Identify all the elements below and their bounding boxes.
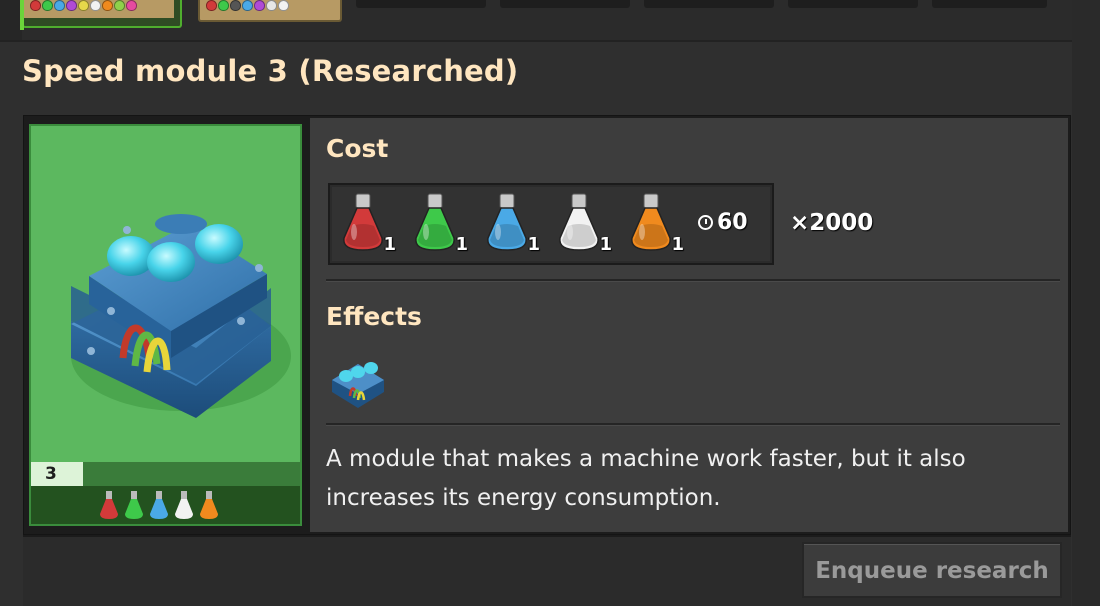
orange-flask-icon bbox=[200, 491, 218, 519]
level-row: 3 bbox=[31, 462, 300, 486]
clock-icon bbox=[698, 215, 713, 230]
tech-tile[interactable] bbox=[500, 0, 630, 8]
tile-flask-icons bbox=[206, 0, 289, 11]
card-flask-icons bbox=[98, 490, 220, 520]
automation-science-pack-icon bbox=[343, 193, 383, 251]
tech-tile-selected[interactable] bbox=[22, 0, 182, 28]
tile-cost-bar bbox=[24, 0, 174, 18]
ingredient-count: 1 bbox=[671, 234, 684, 255]
speed-module-3-icon[interactable] bbox=[328, 350, 388, 410]
speed-module-icon bbox=[71, 214, 291, 418]
section-divider bbox=[326, 279, 1060, 282]
tech-tile[interactable] bbox=[644, 0, 774, 8]
cost-ingredient-slot[interactable]: 1 bbox=[482, 192, 542, 258]
cost-header: Cost bbox=[326, 134, 389, 163]
tech-tile-strip bbox=[0, 0, 1100, 40]
chemical-science-pack-icon bbox=[487, 193, 527, 251]
logistic-science-pack-icon bbox=[415, 193, 455, 251]
technology-icon-card: 3 bbox=[29, 124, 302, 526]
technology-title: Speed module 3 (Researched) bbox=[22, 54, 519, 88]
cost-ingredient-slot[interactable]: 1 bbox=[554, 192, 614, 258]
cost-ingredient-slot[interactable]: 1 bbox=[338, 192, 398, 258]
utility-science-pack-icon bbox=[559, 193, 599, 251]
tile-flask-icons bbox=[30, 0, 137, 11]
cost-ingredient-slot[interactable]: 1 bbox=[626, 192, 686, 258]
ingredient-count: 1 bbox=[455, 234, 468, 255]
research-unit-count: ×2000 bbox=[790, 210, 874, 236]
technology-level: 3 bbox=[31, 462, 83, 486]
technology-description: A module that makes a machine work faste… bbox=[326, 446, 966, 511]
card-cost-row bbox=[31, 486, 300, 524]
cost-ingredient-slot[interactable]: 1 bbox=[410, 192, 470, 258]
red-flask-icon bbox=[100, 491, 118, 519]
tech-tile[interactable] bbox=[932, 0, 1047, 8]
footer-divider bbox=[23, 535, 1071, 537]
ingredient-count: 1 bbox=[527, 234, 540, 255]
production-science-pack-icon bbox=[631, 193, 671, 251]
research-time: 60 bbox=[698, 210, 748, 235]
strip-gutter bbox=[0, 0, 22, 40]
divider bbox=[0, 40, 1100, 42]
ingredient-count: 1 bbox=[383, 234, 396, 255]
section-divider bbox=[326, 423, 1060, 426]
tech-tile[interactable] bbox=[788, 0, 918, 8]
tech-tile[interactable] bbox=[356, 0, 486, 8]
effects-header: Effects bbox=[326, 302, 422, 331]
blue-flask-icon bbox=[150, 491, 168, 519]
research-time-value: 60 bbox=[717, 210, 748, 235]
white-flask-icon bbox=[175, 491, 193, 519]
window-border bbox=[1072, 0, 1100, 606]
selected-indicator bbox=[20, 0, 24, 30]
ingredient-count: 1 bbox=[599, 234, 612, 255]
tech-tile[interactable] bbox=[198, 0, 342, 22]
enqueue-research-button[interactable]: Enqueue research bbox=[802, 542, 1062, 598]
green-flask-icon bbox=[125, 491, 143, 519]
